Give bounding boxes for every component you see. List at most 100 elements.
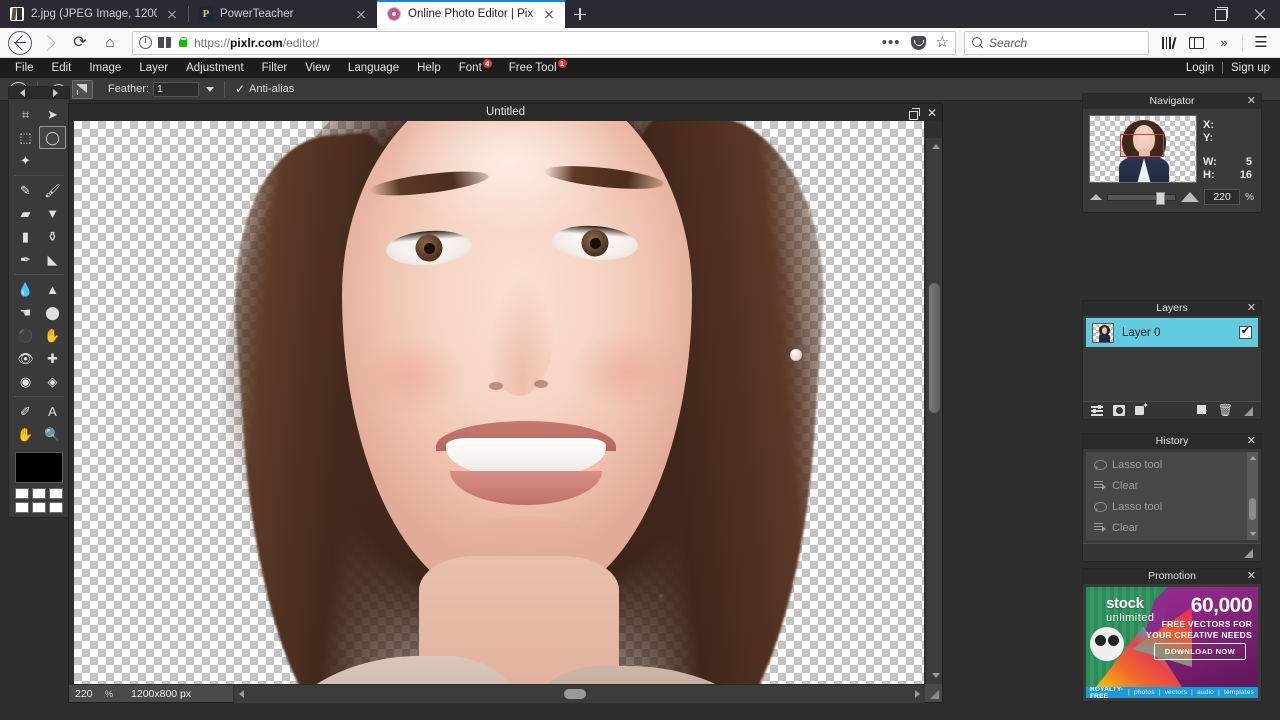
- canvas-restore-icon[interactable]: [909, 108, 919, 118]
- palette-swatch[interactable]: [15, 488, 29, 499]
- bookmark-star-icon[interactable]: ☆: [936, 36, 949, 50]
- url-bar[interactable]: https://pixlr.com/editor/ ••• ☆: [132, 31, 956, 55]
- home-button[interactable]: ⌂: [96, 30, 124, 56]
- checkbox-checked-icon[interactable]: ✓: [235, 82, 245, 96]
- library-button[interactable]: [1155, 30, 1181, 56]
- menu-language[interactable]: Language: [339, 58, 408, 78]
- palette-swatch[interactable]: [15, 502, 29, 513]
- overflow-button[interactable]: »: [1211, 30, 1237, 56]
- duplicate-layer-icon[interactable]: [1197, 405, 1208, 416]
- trash-icon[interactable]: 🗑: [1218, 405, 1233, 416]
- scroll-up-arrow-icon[interactable]: [932, 144, 940, 149]
- window-close-icon[interactable]: [1240, 0, 1280, 28]
- history-scrollbar[interactable]: [1247, 452, 1258, 540]
- navigator-zoom-input[interactable]: 220: [1204, 189, 1240, 205]
- tool-marquee-select[interactable]: ⬚: [12, 126, 39, 149]
- tool-pinch[interactable]: ◈: [39, 370, 66, 393]
- palette-swatch[interactable]: [32, 502, 46, 513]
- tool-bloat[interactable]: ◉: [12, 370, 39, 393]
- canvas-vscroll-thumb[interactable]: [929, 283, 940, 413]
- app-menu-button[interactable]: ☰: [1248, 30, 1274, 56]
- browser-tab-2-close-icon[interactable]: [353, 6, 369, 22]
- menu-file[interactable]: File: [6, 58, 43, 78]
- arrow-left-icon[interactable]: [20, 89, 25, 97]
- history-item[interactable]: Clear: [1086, 517, 1258, 538]
- tool-gradient[interactable]: ▮: [12, 225, 39, 248]
- zoom-in-icon[interactable]: [1181, 192, 1199, 202]
- browser-tab-1-close-icon[interactable]: [164, 6, 180, 22]
- tool-sponge[interactable]: ⬤: [39, 301, 66, 324]
- back-button[interactable]: [6, 30, 34, 56]
- zoom-slider-thumb[interactable]: [1156, 192, 1165, 205]
- tool-pencil[interactable]: ✎: [12, 179, 39, 202]
- search-bar[interactable]: Search: [964, 31, 1149, 55]
- new-tab-button[interactable]: [565, 0, 595, 28]
- signup-link[interactable]: Sign up: [1231, 62, 1270, 74]
- scroll-right-arrow-icon[interactable]: [915, 690, 920, 698]
- promotion-footer-item[interactable]: audio: [1197, 689, 1214, 696]
- pocket-icon[interactable]: [911, 36, 926, 50]
- layers-header[interactable]: Layers ✕: [1083, 301, 1261, 316]
- layer-visibility-checkbox[interactable]: [1239, 326, 1252, 339]
- canvas-resize-grip[interactable]: [925, 684, 942, 702]
- canvas-image-area[interactable]: [74, 121, 924, 684]
- tool-wand-select[interactable]: ✦: [12, 149, 39, 172]
- chevron-down-icon[interactable]: [206, 87, 214, 92]
- page-actions-icon[interactable]: •••: [882, 38, 901, 48]
- menu-view[interactable]: View: [296, 58, 339, 78]
- tool-brush[interactable]: 🖌: [39, 179, 66, 202]
- zoom-slider[interactable]: [1107, 194, 1176, 201]
- feather-input[interactable]: 1: [153, 82, 199, 97]
- history-item[interactable]: Lasso tool: [1086, 496, 1258, 517]
- canvas-vertical-scrollbar[interactable]: [925, 138, 942, 684]
- history-item[interactable]: Lasso tool: [1086, 454, 1258, 475]
- canvas-title-bar[interactable]: Untitled ✕: [69, 104, 942, 121]
- menu-filter[interactable]: Filter: [253, 58, 297, 78]
- menu-free-tool[interactable]: Free Tool1: [500, 58, 575, 78]
- page-info-icon[interactable]: [139, 36, 152, 49]
- scroll-left-arrow-icon[interactable]: [239, 690, 244, 698]
- history-header[interactable]: History ✕: [1083, 434, 1261, 449]
- tool-lasso[interactable]: ◯: [39, 126, 66, 149]
- layer-settings-icon[interactable]: [1091, 405, 1103, 416]
- navigator-thumbnail[interactable]: [1089, 115, 1197, 183]
- scroll-up-arrow-icon[interactable]: [1250, 456, 1256, 460]
- layers-resize-grip[interactable]: [1243, 406, 1253, 416]
- tool-smudge[interactable]: ☚: [12, 301, 39, 324]
- history-scroll-thumb[interactable]: [1249, 498, 1256, 520]
- promotion-footer-item[interactable]: photos: [1134, 689, 1155, 696]
- history-close-icon[interactable]: ✕: [1247, 434, 1256, 449]
- tool-spot-heal[interactable]: ✚: [39, 347, 66, 370]
- tool-hand[interactable]: ✋: [12, 423, 39, 446]
- browser-tab-3-active[interactable]: Online Photo Editor | Pixlr Edito: [377, 0, 565, 28]
- tool-paint-bucket[interactable]: ▼: [39, 202, 66, 225]
- reader-mode-icon[interactable]: [158, 37, 171, 48]
- promotion-ad-image[interactable]: stock unlimited 60,000 FREE VECTORS FOR …: [1086, 587, 1258, 687]
- palette-swatch[interactable]: [49, 502, 63, 513]
- palette-swatch[interactable]: [32, 488, 46, 499]
- history-resize-grip[interactable]: [1243, 548, 1253, 558]
- tool-type[interactable]: A: [39, 400, 66, 423]
- tool-clone-stamp[interactable]: ⚱: [39, 225, 66, 248]
- tool-drawing[interactable]: ✒: [12, 248, 39, 271]
- tool-burn[interactable]: ✋: [39, 324, 66, 347]
- canvas-zoom-value[interactable]: 220: [69, 688, 105, 700]
- primary-color-swatch[interactable]: [15, 452, 63, 483]
- scroll-down-arrow-icon[interactable]: [932, 673, 940, 678]
- navigator-header[interactable]: Navigator ✕: [1083, 94, 1261, 109]
- tool-blur[interactable]: 💧: [12, 278, 39, 301]
- promotion-footer-item[interactable]: templates: [1224, 689, 1254, 696]
- reload-button[interactable]: ⟳: [66, 30, 94, 56]
- browser-tab-1[interactable]: 2.jpg (JPEG Image, 1200 × 800: [0, 0, 188, 28]
- antialias-group[interactable]: ✓ Anti-alias: [229, 78, 300, 101]
- history-item[interactable]: Clear: [1086, 475, 1258, 496]
- sidebar-button[interactable]: [1183, 30, 1209, 56]
- promotion-header[interactable]: Promotion ✕: [1083, 569, 1261, 584]
- scroll-down-arrow-icon[interactable]: [1250, 532, 1256, 536]
- polygonal-lasso-button[interactable]: [72, 80, 93, 99]
- menu-font[interactable]: Font4: [450, 58, 500, 78]
- menu-edit[interactable]: Edit: [43, 58, 81, 78]
- tool-zoom[interactable]: 🔍: [39, 423, 66, 446]
- canvas-close-icon[interactable]: ✕: [927, 108, 937, 118]
- add-mask-icon[interactable]: [1113, 405, 1125, 416]
